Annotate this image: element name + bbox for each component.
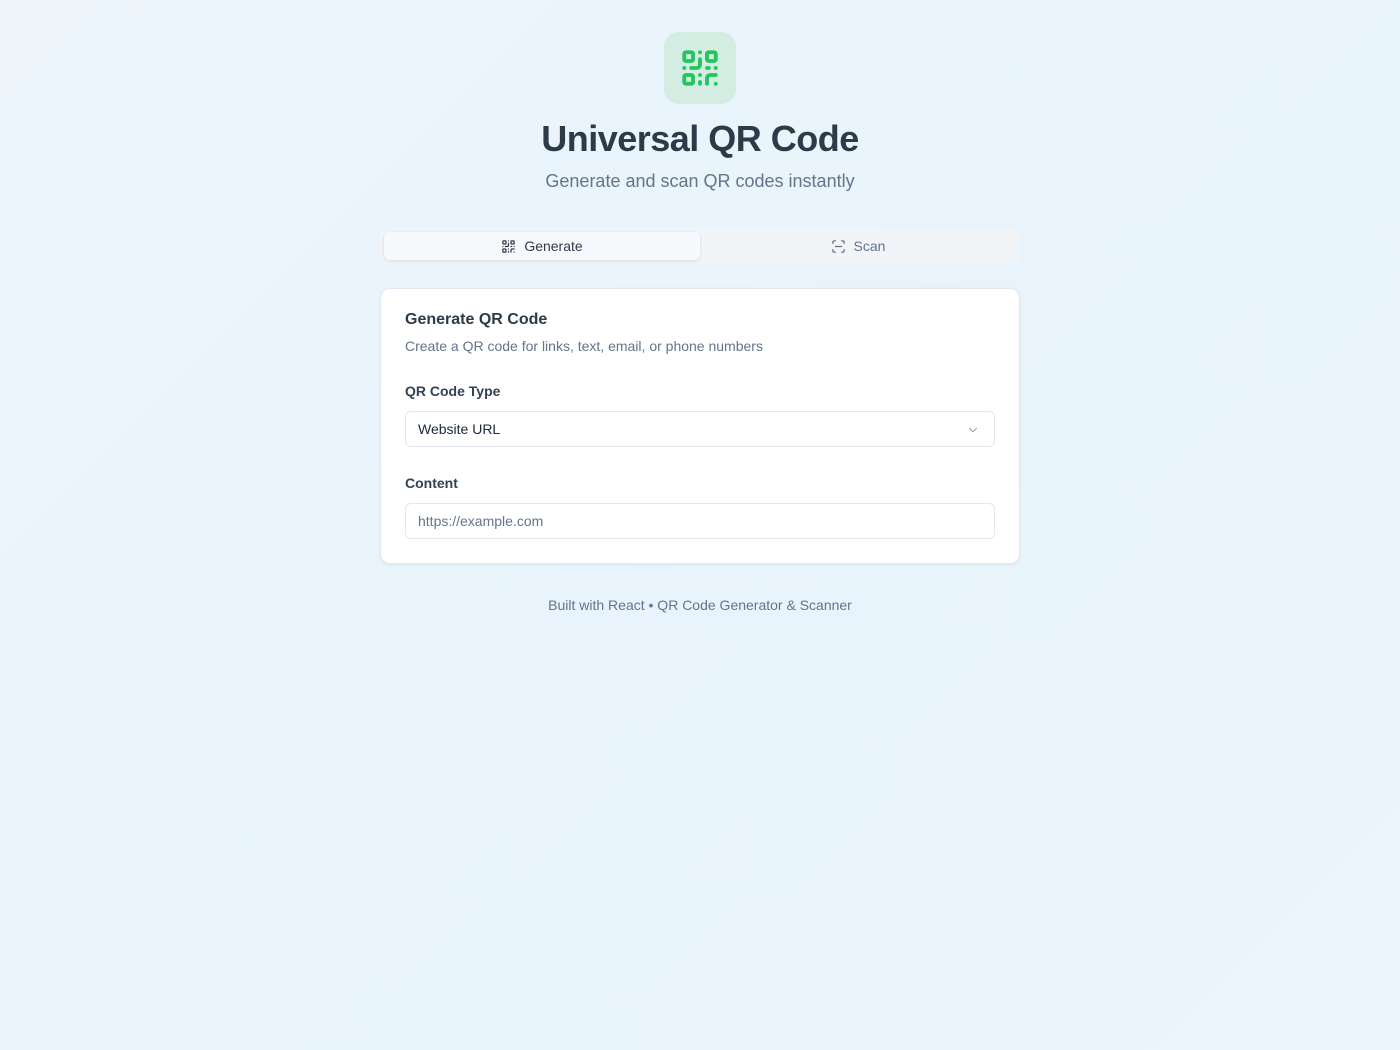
generate-card: Generate QR Code Create a QR code for li… <box>380 288 1020 564</box>
content-label: Content <box>405 475 458 491</box>
qr-code-icon <box>682 50 718 86</box>
qr-type-label: QR Code Type <box>405 383 501 399</box>
qr-type-select[interactable]: Website URL <box>405 411 995 447</box>
content-input[interactable] <box>405 503 995 539</box>
qr-code-icon <box>502 239 516 253</box>
tab-scan[interactable]: Scan <box>700 232 1016 260</box>
scan-icon <box>831 239 845 253</box>
tab-generate[interactable]: Generate <box>384 232 700 260</box>
tab-generate-label: Generate <box>524 238 583 254</box>
tab-scan-label: Scan <box>853 238 886 254</box>
page-subtitle: Generate and scan QR codes instantly <box>545 171 855 191</box>
footer-text: Built with React • QR Code Generator & S… <box>548 597 852 613</box>
app-logo <box>664 32 736 104</box>
qr-type-value: Website URL <box>418 421 501 437</box>
card-description: Create a QR code for links, text, email,… <box>405 338 763 354</box>
mode-tabs: Generate Scan <box>380 228 1020 264</box>
app-root: Universal QR Code Generate and scan QR c… <box>0 0 1400 1050</box>
card-title: Generate QR Code <box>405 311 548 328</box>
chevron-down-icon <box>968 427 978 433</box>
page-title: Universal QR Code <box>541 118 859 159</box>
